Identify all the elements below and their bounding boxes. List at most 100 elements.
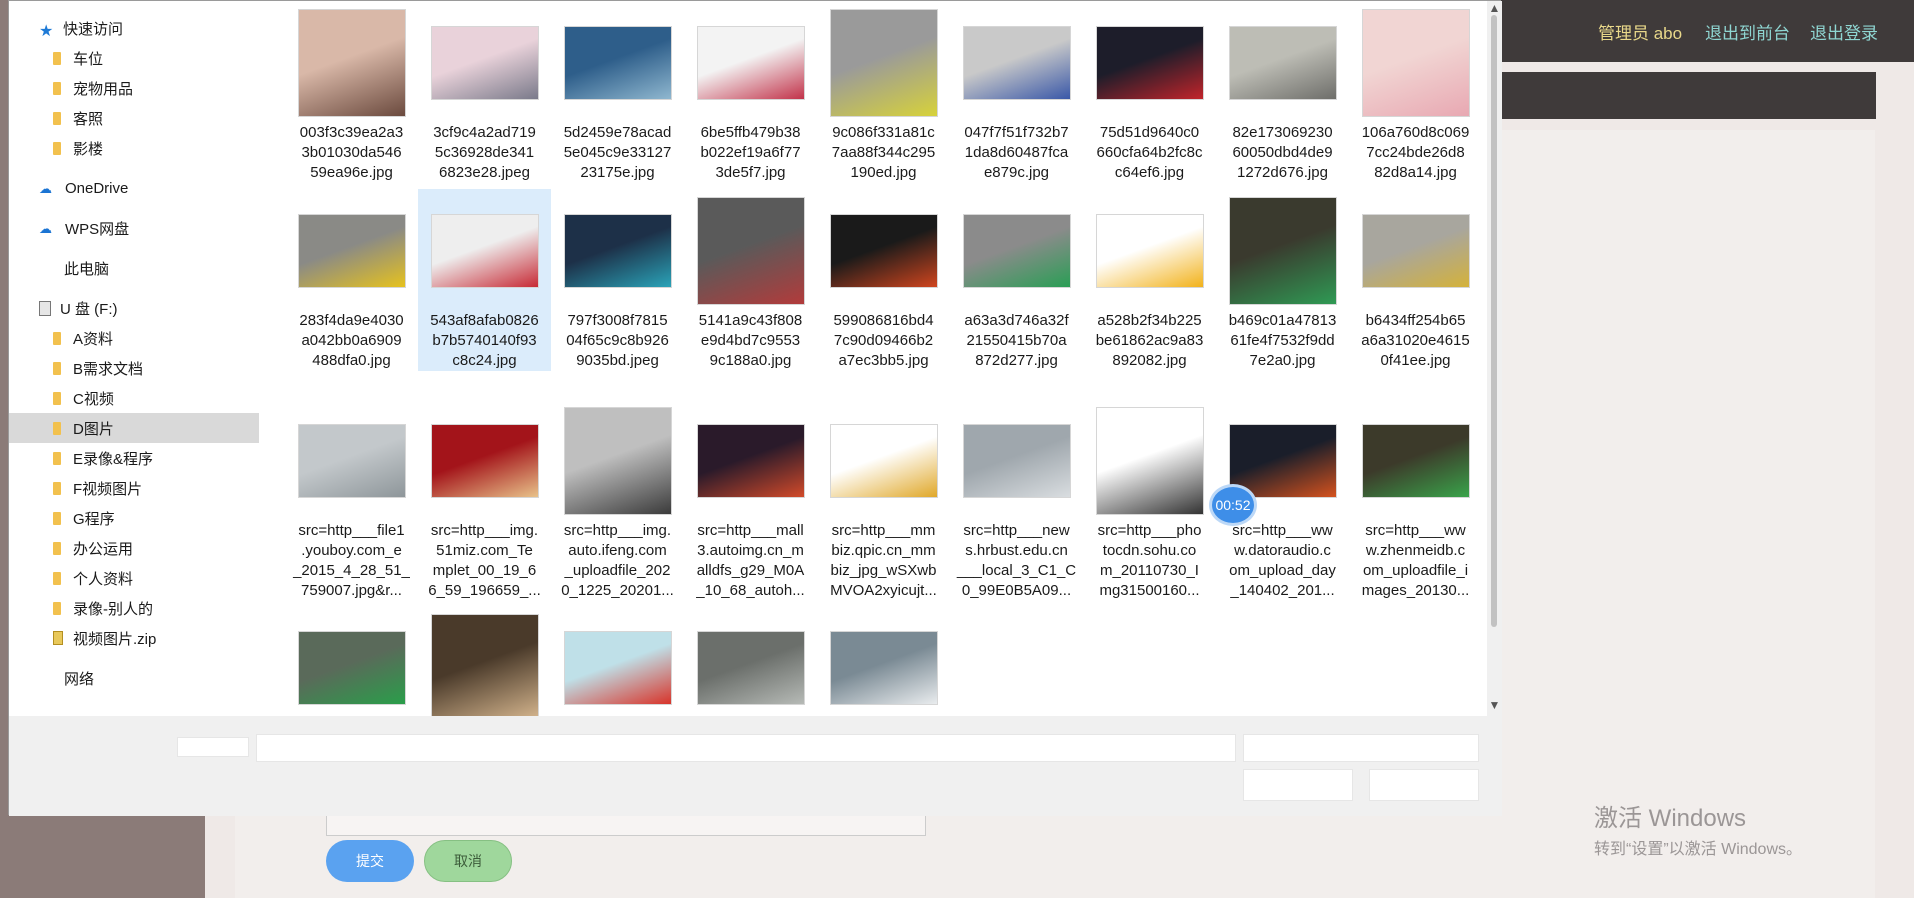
nav-item[interactable]: A资料 (9, 323, 259, 353)
open-button[interactable] (1243, 769, 1353, 801)
vertical-scrollbar[interactable]: ▲ ▼ (1487, 1, 1502, 716)
file-name-line: 599086816bd4 (833, 312, 934, 329)
file-name: 106a760d8c069 7cc24bde26d8 82d8a14.jpg (1349, 123, 1482, 183)
file-item[interactable]: 75d51d9640c0 660cfa64b2fc8c c64ef6.jpg (1083, 1, 1216, 183)
scroll-up-icon[interactable]: ▲ (1488, 1, 1501, 15)
nav-item[interactable]: D图片 (9, 413, 259, 443)
nav-item-label: 网络 (64, 670, 95, 688)
nav-item[interactable]: U 盘 (F:) (9, 293, 259, 323)
dialog-footer (9, 716, 1502, 816)
file-item[interactable]: 047f7f51f732b7 1da8d60487fca e879c.jpg (950, 1, 1083, 183)
file-item[interactable]: 543af8afab0826 b7b5740140f93 c8c24.jpg (418, 189, 551, 371)
folder-icon (53, 391, 61, 405)
dialog-cancel-button[interactable] (1369, 769, 1479, 801)
file-item[interactable]: src=http___file1 .youboy.com_e _2015_4_28_… (285, 399, 418, 599)
file-name-line: src=http___img. (430, 522, 539, 539)
nav-item[interactable]: 影楼 (9, 133, 259, 163)
logout-link[interactable]: 退出登录 (1810, 19, 1878, 44)
submit-button[interactable]: 提交 (326, 840, 414, 882)
file-item[interactable]: 3cf9c4a2ad719 5c36928de341 6823e28.jpeg (418, 1, 551, 183)
file-name-line: 9035bd.jpeg (576, 352, 659, 369)
file-item[interactable]: 6be5ffb479b38 b022ef19a6f77 3de5f7.jpg (684, 1, 817, 183)
file-thumbnail-icon (962, 424, 1071, 498)
cancel-button[interactable]: 取消 (424, 840, 512, 882)
file-item[interactable]: 5141a9c43f808 e9d4bd7c9553 9c188a0.jpg (684, 189, 817, 371)
file-name-line: src=http___pho (1097, 522, 1202, 539)
file-name-line: w.zhenmeidb.c (1365, 542, 1466, 559)
folder-icon (53, 421, 61, 435)
scroll-down-icon[interactable]: ▼ (1488, 698, 1501, 712)
nav-item[interactable]: F视频图片 (9, 473, 259, 503)
nav-item[interactable]: B需求文档 (9, 353, 259, 383)
nav-item[interactable]: 录像-别人的 (9, 593, 259, 623)
nav-item[interactable]: C视频 (9, 383, 259, 413)
file-item[interactable]: ...1440674350 (551, 606, 684, 716)
file-item[interactable]: 5d2459e78acad 5e045c9e33127 23175e.jpg (551, 1, 684, 183)
file-name-line: alldfs_g29_M0A (696, 562, 805, 579)
nav-item[interactable]: ☁ OneDrive (9, 173, 259, 203)
file-item[interactable]: src=http___pho tocdn.sohu.co m_20110730_I m… (1083, 399, 1216, 599)
exit-to-front-link[interactable]: 退出到前台 (1705, 19, 1790, 44)
nav-item[interactable]: G程序 (9, 503, 259, 533)
file-item[interactable]: 599086816bd4 7c90d09466b2 a7ec3bb5.jpg (817, 189, 950, 371)
nav-item[interactable]: 宠物用品 (9, 73, 259, 103)
file-item[interactable]: src=http___img. auto.ifeng.com _uploadfile… (551, 399, 684, 599)
file-name: src=http___img. 51miz.com_Te mplet_00_19_6… (418, 521, 551, 601)
nav-item[interactable]: 视频图片.zip (9, 623, 259, 653)
file-name-line: a042bb0a6909 (301, 332, 402, 349)
file-thumbnail-icon (962, 214, 1071, 288)
file-name: b469c01a47813 61fe4f7532f9dd 7e2a0.jpg (1216, 311, 1349, 371)
nav-item[interactable]: ★ 快速访问 (9, 13, 259, 43)
file-name-line: b6434ff254b65 (1365, 312, 1466, 329)
file-name-line: 3cf9c4a2ad719 (433, 124, 536, 141)
file-item[interactable]: 003f3c39ea2a3 3b01030da546 59ea96e.jpg (285, 1, 418, 183)
file-item[interactable]: ...2213222408 (684, 606, 817, 716)
nav-item[interactable]: ☁ WPS网盘 (9, 213, 259, 243)
file-thumbnail-icon (696, 424, 805, 498)
file-item[interactable]: src=http___ww w.zhenmeidb.c om_uploadfile_… (1349, 399, 1482, 599)
file-item[interactable]: ...369422132.2 (285, 606, 418, 716)
filetype-select[interactable] (1243, 734, 1479, 762)
file-item[interactable]: src=http___img. 51miz.com_Te mplet_00_19_6… (418, 399, 551, 599)
file-name: 797f3008f7815 04f65c9c8b926 9035bd.jpeg (551, 311, 684, 371)
nav-item[interactable]: 客照 (9, 103, 259, 133)
scrollbar-thumb[interactable] (1491, 15, 1497, 627)
file-item[interactable]: src=http___new s.hrbust.edu.cn ___local_3_… (950, 399, 1083, 599)
file-item[interactable]: ...3590880380 (817, 606, 950, 716)
file-name-line: 047f7f51f732b7 (964, 124, 1069, 141)
file-item[interactable]: a63a3d746a32f 21550415b70a 872d277.jpg (950, 189, 1083, 371)
nav-item[interactable]: 网络 (9, 663, 259, 693)
file-name-line: 892082.jpg (1112, 352, 1187, 369)
recording-timer[interactable]: 00:52 (1209, 484, 1257, 526)
folder-icon (53, 361, 61, 375)
folder-icon (53, 331, 61, 345)
file-item[interactable]: 283f4da9e4030 a042bb0a6909 488dfa0.jpg (285, 189, 418, 371)
file-item[interactable]: src=http___mall 3.autoimg.cn_m alldfs_g29_… (684, 399, 817, 599)
file-name-line: src=http___new (963, 522, 1070, 539)
file-item[interactable]: b469c01a47813 61fe4f7532f9dd 7e2a0.jpg (1216, 189, 1349, 371)
file-item[interactable]: 797f3008f7815 04f65c9c8b926 9035bd.jpeg (551, 189, 684, 371)
file-name: src=http___pho tocdn.sohu.co m_20110730_I m… (1083, 521, 1216, 601)
file-name: a63a3d746a32f 21550415b70a 872d277.jpg (950, 311, 1083, 371)
file-name-line: w.datoraudio.c (1234, 542, 1331, 559)
nav-item[interactable]: 个人资料 (9, 563, 259, 593)
file-item[interactable]: 9c086f331a81c 7aa88f344c295 190ed.jpg (817, 1, 950, 183)
file-name: src=http___ww w.zhenmeidb.c om_uploadfile_… (1349, 521, 1482, 601)
file-item[interactable]: a528b2f34b225 be61862ac9a83 892082.jpg (1083, 189, 1216, 371)
nav-item[interactable]: E录像&程序 (9, 443, 259, 473)
file-item[interactable]: 82e173069230 60050dbd4de9 1272d676.jpg (1216, 1, 1349, 183)
file-name-line: 23175e.jpg (580, 164, 655, 181)
file-name-line: 3b01030da546 (301, 144, 402, 161)
file-name-line: 21550415b70a (966, 332, 1067, 349)
file-name-line: .youboy.com_e (301, 542, 402, 559)
file-item[interactable]: ...1012906714 (418, 606, 551, 716)
nav-item[interactable]: 办公运用 (9, 533, 259, 563)
nav-item[interactable]: 车位 (9, 43, 259, 73)
file-item[interactable]: 106a760d8c069 7cc24bde26d8 82d8a14.jpg (1349, 1, 1482, 183)
nav-item[interactable]: 此电脑 (9, 253, 259, 283)
file-item[interactable]: src=http___mm biz.qpic.cn_mm biz_jpg_wSXwb… (817, 399, 950, 599)
filename-input[interactable] (256, 734, 1236, 762)
file-item[interactable]: b6434ff254b65 a6a31020e4615 0f41ee.jpg (1349, 189, 1482, 371)
app-subbar (1500, 72, 1876, 119)
nav-item-label: C视频 (73, 390, 114, 408)
